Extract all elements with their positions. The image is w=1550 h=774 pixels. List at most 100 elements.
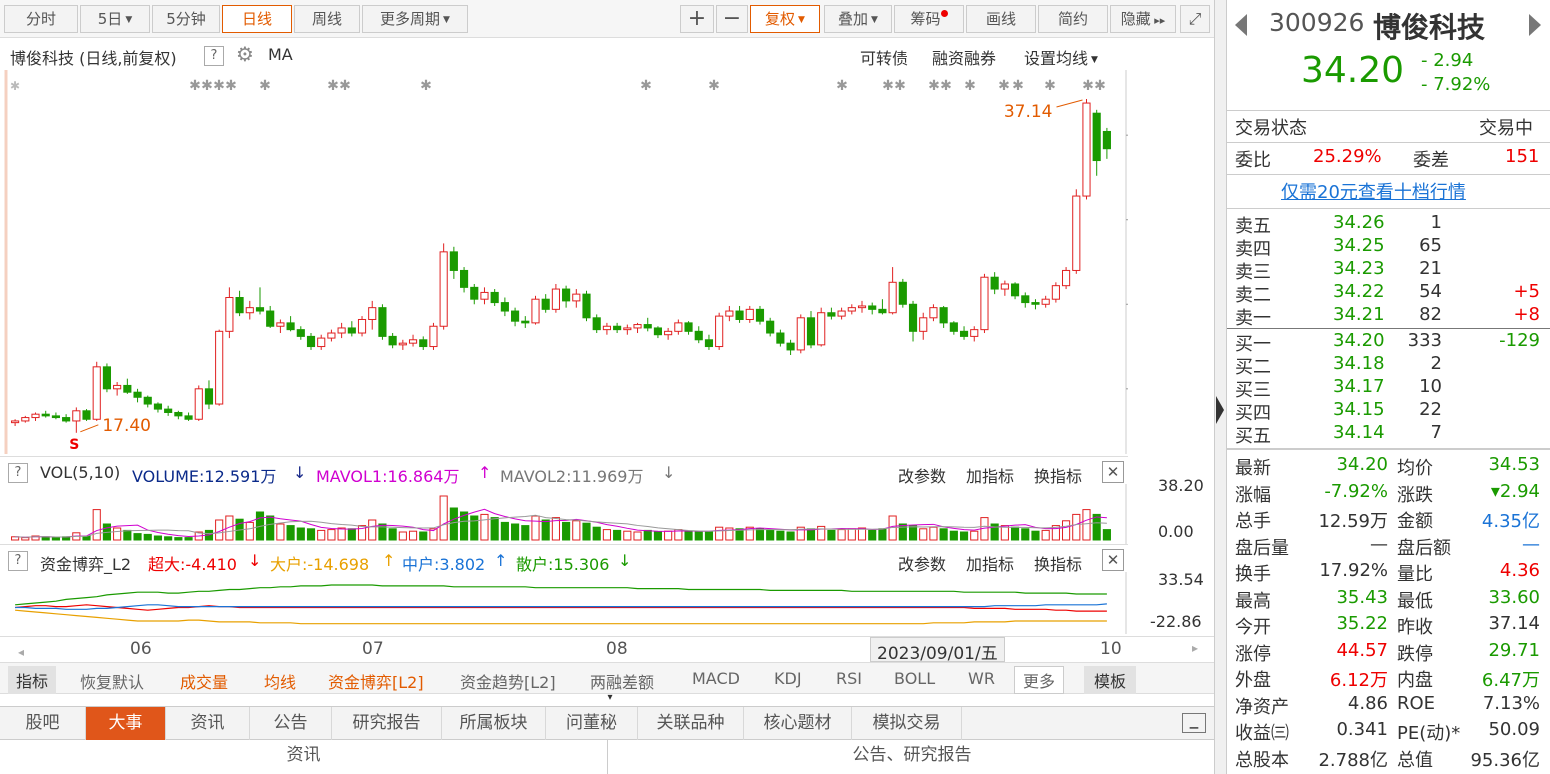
event-star-icon[interactable]: ✱ xyxy=(894,78,906,94)
set-ma-link[interactable]: 设置均线 ▼ xyxy=(1024,45,1098,69)
tab-related[interactable]: 关联品种 xyxy=(638,707,744,740)
sell-signal-marker[interactable]: S xyxy=(69,437,79,453)
indicator-tab-ma[interactable]: 均线 xyxy=(264,669,296,693)
more-indicators-button[interactable]: 更多 xyxy=(1014,666,1065,694)
event-star-icon[interactable]: ✱ xyxy=(189,78,201,94)
event-star-icon[interactable]: ✱ xyxy=(1044,78,1056,94)
chips-button[interactable]: 筹码 xyxy=(894,5,964,33)
indicator-tab-fund-trend[interactable]: 资金趋势[L2] xyxy=(460,669,556,693)
fund-close-icon[interactable]: ✕ xyxy=(1102,549,1124,571)
volume-bar xyxy=(51,537,60,541)
period-daily-button[interactable]: 日线 xyxy=(222,5,292,33)
tab-ask-secretary[interactable]: 问董秘 xyxy=(546,707,638,740)
fund-help-button[interactable]: ? xyxy=(8,549,28,571)
indicator-tab-wr[interactable]: WR xyxy=(968,669,995,688)
collapse-handle-icon[interactable]: ▾ xyxy=(592,693,628,704)
period-5day-button[interactable]: 5日 ▼ xyxy=(80,5,150,33)
event-star-icon[interactable]: ✱ xyxy=(327,78,339,94)
tab-sector[interactable]: 所属板块 xyxy=(442,707,546,740)
indicator-tab-kdj[interactable]: KDJ xyxy=(774,669,802,688)
indicator-tab-volume[interactable]: 成交量 xyxy=(180,669,228,693)
collapse-arrow-icon[interactable] xyxy=(1216,396,1224,424)
indicator-tab-rsi[interactable]: RSI xyxy=(836,669,862,688)
next-stock-icon[interactable] xyxy=(1529,14,1541,36)
event-star-icon[interactable]: ✱ xyxy=(940,78,952,94)
price-change-pct: - 7.92% xyxy=(1421,74,1491,95)
indicator-tab-fund-game[interactable]: 资金博弈[L2] xyxy=(328,669,424,693)
question-icon: ? xyxy=(204,46,224,66)
event-star-icon[interactable]: ✱ xyxy=(998,78,1010,94)
prev-stock-icon[interactable] xyxy=(1235,14,1247,36)
hide-button[interactable]: 隐藏 ▸▸ xyxy=(1110,5,1176,33)
tab-guba[interactable]: 股吧 xyxy=(0,707,86,740)
adjust-rights-button[interactable]: 复权 ▼ xyxy=(750,5,820,33)
tab-core-topics[interactable]: 核心题材 xyxy=(744,707,852,740)
candle xyxy=(266,305,275,328)
vol-close-icon[interactable]: ✕ xyxy=(1102,461,1124,483)
indicator-tab-boll[interactable]: BOLL xyxy=(894,669,935,688)
scroll-left-icon[interactable]: ◂ xyxy=(18,645,24,659)
event-star-icon[interactable]: ✱ xyxy=(339,78,351,94)
candle xyxy=(439,243,448,330)
candle xyxy=(959,326,969,340)
template-button[interactable]: 模板 xyxy=(1084,666,1137,694)
event-star-icon[interactable]: ✱ xyxy=(213,78,225,94)
event-star-icon[interactable]: ✱ xyxy=(225,78,237,94)
indicator-tab-macd[interactable]: MACD xyxy=(692,669,740,688)
volume-bar xyxy=(1010,526,1020,541)
chart-area: 分时 5日 ▼ 5分钟 日线 周线 更多周期 ▼ + − 复权 ▼ 叠加 ▼ 筹码 画线… xyxy=(0,0,1214,774)
event-star-icon[interactable]: ✱ xyxy=(1012,78,1024,94)
gear-icon[interactable]: ⚙ xyxy=(236,42,254,66)
minimize-panel-icon[interactable]: ▁ xyxy=(1182,713,1206,733)
panel-splitter[interactable] xyxy=(1214,0,1226,774)
margin-trading-link[interactable]: 融资融券 xyxy=(932,45,996,69)
volume-bar xyxy=(643,529,652,541)
volume-bar xyxy=(755,528,765,541)
period-intraday-button[interactable]: 分时 xyxy=(4,5,78,33)
indicator-tab-margin[interactable]: 两融差额 xyxy=(590,669,654,693)
volume-bar xyxy=(1102,529,1111,541)
event-star-icon[interactable]: ✱ xyxy=(708,78,720,94)
tab-events[interactable]: 大事 xyxy=(86,707,166,740)
candle xyxy=(766,317,775,337)
period-5min-button[interactable]: 5分钟 xyxy=(152,5,220,33)
event-star-icon[interactable]: ✱ xyxy=(420,78,432,94)
help-button[interactable]: ? xyxy=(204,44,224,66)
chart-title: 博俊科技 (日线,前复权) xyxy=(10,49,177,68)
tab-announcements[interactable]: 公告 xyxy=(250,707,332,740)
level2-promo-link[interactable]: 仅需20元查看十档行情 xyxy=(1281,178,1466,204)
simple-mode-button[interactable]: 简约 xyxy=(1038,5,1108,33)
tab-news[interactable]: 资讯 xyxy=(166,707,250,740)
tab-research[interactable]: 研究报告 xyxy=(332,707,442,740)
event-star-icon[interactable]: ✱ xyxy=(640,78,652,94)
event-star-icon[interactable]: ✱ xyxy=(1094,78,1106,94)
ma-label[interactable]: MA xyxy=(268,45,293,64)
restore-default-tab[interactable]: 恢复默认 xyxy=(80,669,144,693)
event-star-icon[interactable]: ✱ xyxy=(259,78,271,94)
event-star-icon[interactable]: ✱ xyxy=(882,78,894,94)
tab-simulated-trading[interactable]: 模拟交易 xyxy=(852,707,962,740)
month-label: 08 xyxy=(606,639,628,659)
scroll-right-icon[interactable]: ▸ xyxy=(1192,641,1198,655)
draw-line-button[interactable]: 画线 xyxy=(966,5,1036,33)
event-star-icon[interactable]: ✱ xyxy=(201,78,213,94)
candle xyxy=(21,415,30,423)
event-star-icon[interactable]: ✱ xyxy=(964,78,976,94)
event-star-icon[interactable]: ✱ xyxy=(928,78,940,94)
volume-help-button[interactable]: ? xyxy=(8,461,28,483)
overlay-button[interactable]: 叠加 ▼ xyxy=(824,5,892,33)
candle xyxy=(1102,127,1111,159)
period-weekly-button[interactable]: 周线 xyxy=(294,5,360,33)
bid-price: 34.18 xyxy=(1333,353,1385,374)
more-periods-button[interactable]: 更多周期 ▼ xyxy=(362,5,468,33)
volume-bar xyxy=(439,495,448,541)
candlestick-chart[interactable]: ✱✱✱✱✱✱✱✱✱✱✱✱✱✱✱✱✱✱✱✱✱✱ 35.0030.0025.0020… xyxy=(0,70,1128,454)
convertible-bond-link[interactable]: 可转债 xyxy=(860,45,908,69)
zoom-in-button[interactable]: + xyxy=(680,5,714,33)
indicator-tab-main[interactable]: 指标 xyxy=(8,666,57,694)
zoom-out-button[interactable]: − xyxy=(716,5,748,33)
candle xyxy=(286,316,295,332)
fullscreen-button[interactable]: ⤢ xyxy=(1180,5,1210,33)
event-star-icon[interactable]: ✱ xyxy=(836,78,848,94)
event-star-icon[interactable]: ✱ xyxy=(1082,78,1094,94)
